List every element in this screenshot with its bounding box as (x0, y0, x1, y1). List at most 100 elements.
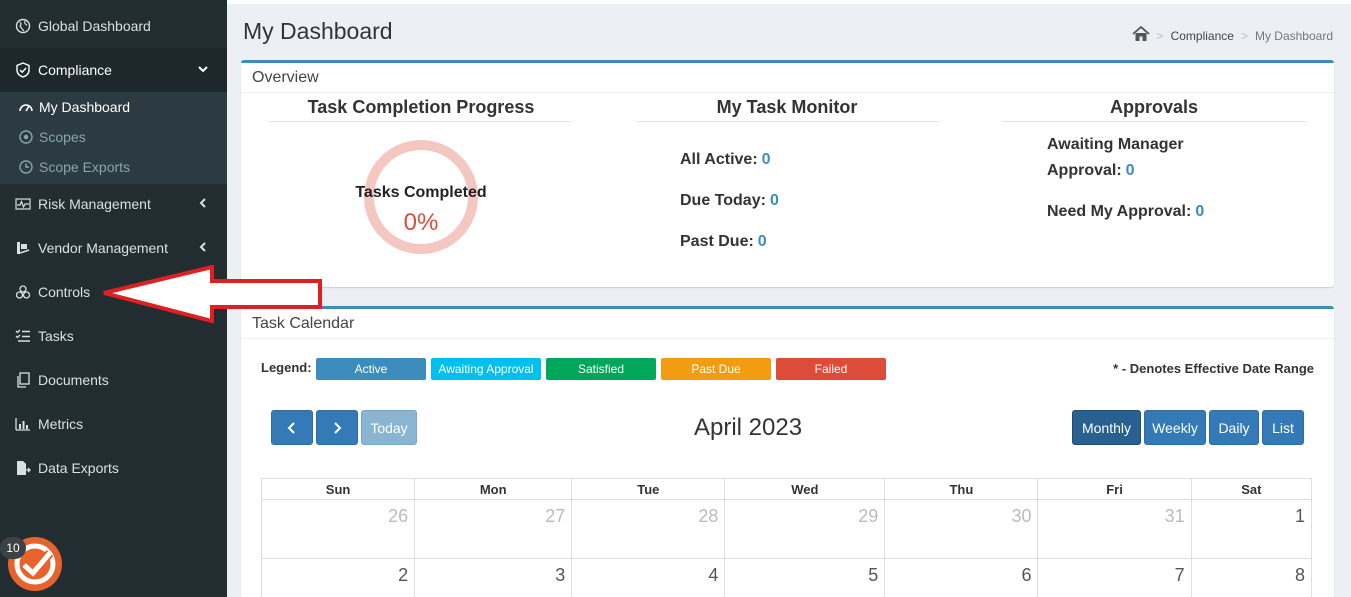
breadcrumb-separator: > (1156, 28, 1164, 43)
progress-title: Task Completion Progress (307, 97, 535, 117)
nav-label: Controls (38, 284, 91, 300)
breadcrumb-compliance[interactable]: Compliance (1171, 29, 1234, 43)
stat-value[interactable]: 0 (1126, 162, 1135, 179)
target-icon (18, 129, 34, 145)
nav-vendor-management[interactable]: Vendor Management (0, 234, 227, 262)
day-cell[interactable]: 27 (414, 499, 573, 559)
day-cell[interactable]: 8 (1190, 558, 1313, 597)
day-cell[interactable]: 30 (884, 499, 1039, 559)
legend-past-due: Past Due (661, 358, 771, 380)
day-cell[interactable]: 6 (884, 558, 1039, 597)
breadcrumb: > Compliance > My Dashboard (1131, 25, 1333, 45)
stat-value[interactable]: 0 (1195, 203, 1204, 220)
approvals-title: Approvals (1109, 97, 1199, 117)
monitor-title: My Task Monitor (716, 97, 858, 117)
legend-failed: Failed (776, 358, 886, 380)
bar-chart-icon (14, 415, 32, 433)
shield-check-icon (14, 61, 32, 79)
home-icon[interactable] (1131, 25, 1150, 45)
nav-tasks[interactable]: Tasks (0, 322, 227, 350)
progress-label: Tasks Completed (355, 184, 487, 201)
effective-date-note: * - Denotes Effective Date Range (1113, 361, 1314, 376)
overview-title: Overview (252, 69, 319, 86)
stat-need-approval: Need My Approval: 0 (1047, 199, 1204, 225)
progress-value: 0% (403, 209, 439, 236)
nav-global-dashboard[interactable]: Global Dashboard (0, 12, 227, 40)
stat-value[interactable]: 0 (770, 192, 779, 209)
annotation-arrow-icon (103, 265, 322, 324)
nav-label: Documents (38, 372, 109, 388)
day-cell[interactable]: 2 (260, 558, 416, 597)
clock-icon (18, 159, 34, 175)
calendar-header-row: Sun Mon Tue Wed Thu Fri Sat (260, 478, 1313, 500)
stat-value[interactable]: 0 (762, 151, 771, 168)
nav-metrics[interactable]: Metrics (0, 410, 227, 438)
legend-satisfied: Satisfied (546, 358, 656, 380)
chevron-right-icon (334, 421, 342, 434)
divider (635, 121, 940, 122)
view-list-button[interactable]: List (1262, 410, 1304, 445)
file-export-icon (14, 459, 32, 477)
cubes-icon (14, 283, 32, 301)
stat-label: Past Due: (680, 233, 754, 250)
stat-due-today: Due Today: 0 (680, 188, 779, 214)
nav-label: Risk Management (38, 196, 151, 212)
top-bar (227, 0, 1351, 4)
day-header: Tue (571, 478, 726, 500)
task-calendar-box: Task Calendar Legend: Active Awaiting Ap… (241, 306, 1334, 597)
day-cell[interactable]: 5 (724, 558, 886, 597)
dolly-icon (14, 239, 32, 257)
view-weekly-button[interactable]: Weekly (1144, 410, 1206, 445)
breadcrumb-current: My Dashboard (1254, 28, 1333, 43)
stat-all-active: All Active: 0 (680, 147, 771, 173)
stat-past-due: Past Due: 0 (680, 229, 767, 255)
calendar-week-row: 2 3 4 5 6 7 8 (260, 558, 1313, 597)
day-cell[interactable]: 26 (260, 499, 416, 559)
day-header: Sat (1190, 478, 1313, 500)
legend-label: Legend: (261, 360, 312, 375)
subnav-label: My Dashboard (39, 99, 131, 115)
calendar-month-title: April 2023 (694, 414, 803, 441)
nav-label: Vendor Management (38, 240, 168, 256)
chevron-down-icon (197, 63, 209, 78)
stat-value[interactable]: 0 (758, 233, 767, 250)
copy-icon (14, 371, 32, 389)
notification-badge[interactable]: 10 (0, 537, 26, 559)
today-button[interactable]: Today (361, 410, 417, 445)
day-cell[interactable]: 4 (571, 558, 726, 597)
day-cell[interactable]: 31 (1037, 499, 1192, 559)
day-cell[interactable]: 3 (414, 558, 573, 597)
stat-label: Awaiting Manager (1047, 136, 1184, 153)
nav-label: Data Exports (38, 460, 119, 476)
nav-compliance[interactable]: Compliance (0, 48, 227, 92)
day-cell[interactable]: 28 (571, 499, 726, 559)
day-header: Wed (724, 478, 886, 500)
stat-label: All Active: (680, 151, 758, 168)
stat-label: Need My Approval: (1047, 203, 1192, 220)
day-header: Mon (414, 478, 573, 500)
box-divider (241, 338, 1334, 339)
breadcrumb-separator: > (1240, 28, 1248, 43)
view-monthly-button[interactable]: Monthly (1072, 410, 1141, 445)
prev-month-button[interactable] (271, 410, 313, 445)
subnav-scopes[interactable]: Scopes (0, 126, 227, 148)
nav-risk-management[interactable]: Risk Management (0, 190, 227, 218)
next-month-button[interactable] (316, 410, 358, 445)
day-cell[interactable]: 1 (1190, 499, 1313, 559)
nav-label: Metrics (38, 416, 84, 432)
stat-awaiting-manager: Awaiting Manager Approval: 0 (1047, 132, 1184, 184)
compliance-submenu: My Dashboard Scopes Scope Exports (0, 92, 227, 184)
calendar-grid: Sun Mon Tue Wed Thu Fri Sat 26 27 28 29 … (260, 478, 1313, 597)
day-header: Fri (1037, 478, 1192, 500)
nav-documents[interactable]: Documents (0, 366, 227, 394)
subnav-my-dashboard[interactable]: My Dashboard (0, 96, 227, 118)
nav-data-exports[interactable]: Data Exports (0, 454, 227, 482)
divider (1002, 121, 1307, 122)
subnav-scope-exports[interactable]: Scope Exports (0, 156, 227, 178)
view-daily-button[interactable]: Daily (1209, 410, 1259, 445)
tasks-icon (14, 327, 32, 345)
day-cell[interactable]: 7 (1037, 558, 1192, 597)
day-cell[interactable]: 29 (724, 499, 886, 559)
legend-awaiting-approval: Awaiting Approval (431, 358, 541, 380)
nav-label: Tasks (38, 328, 74, 344)
